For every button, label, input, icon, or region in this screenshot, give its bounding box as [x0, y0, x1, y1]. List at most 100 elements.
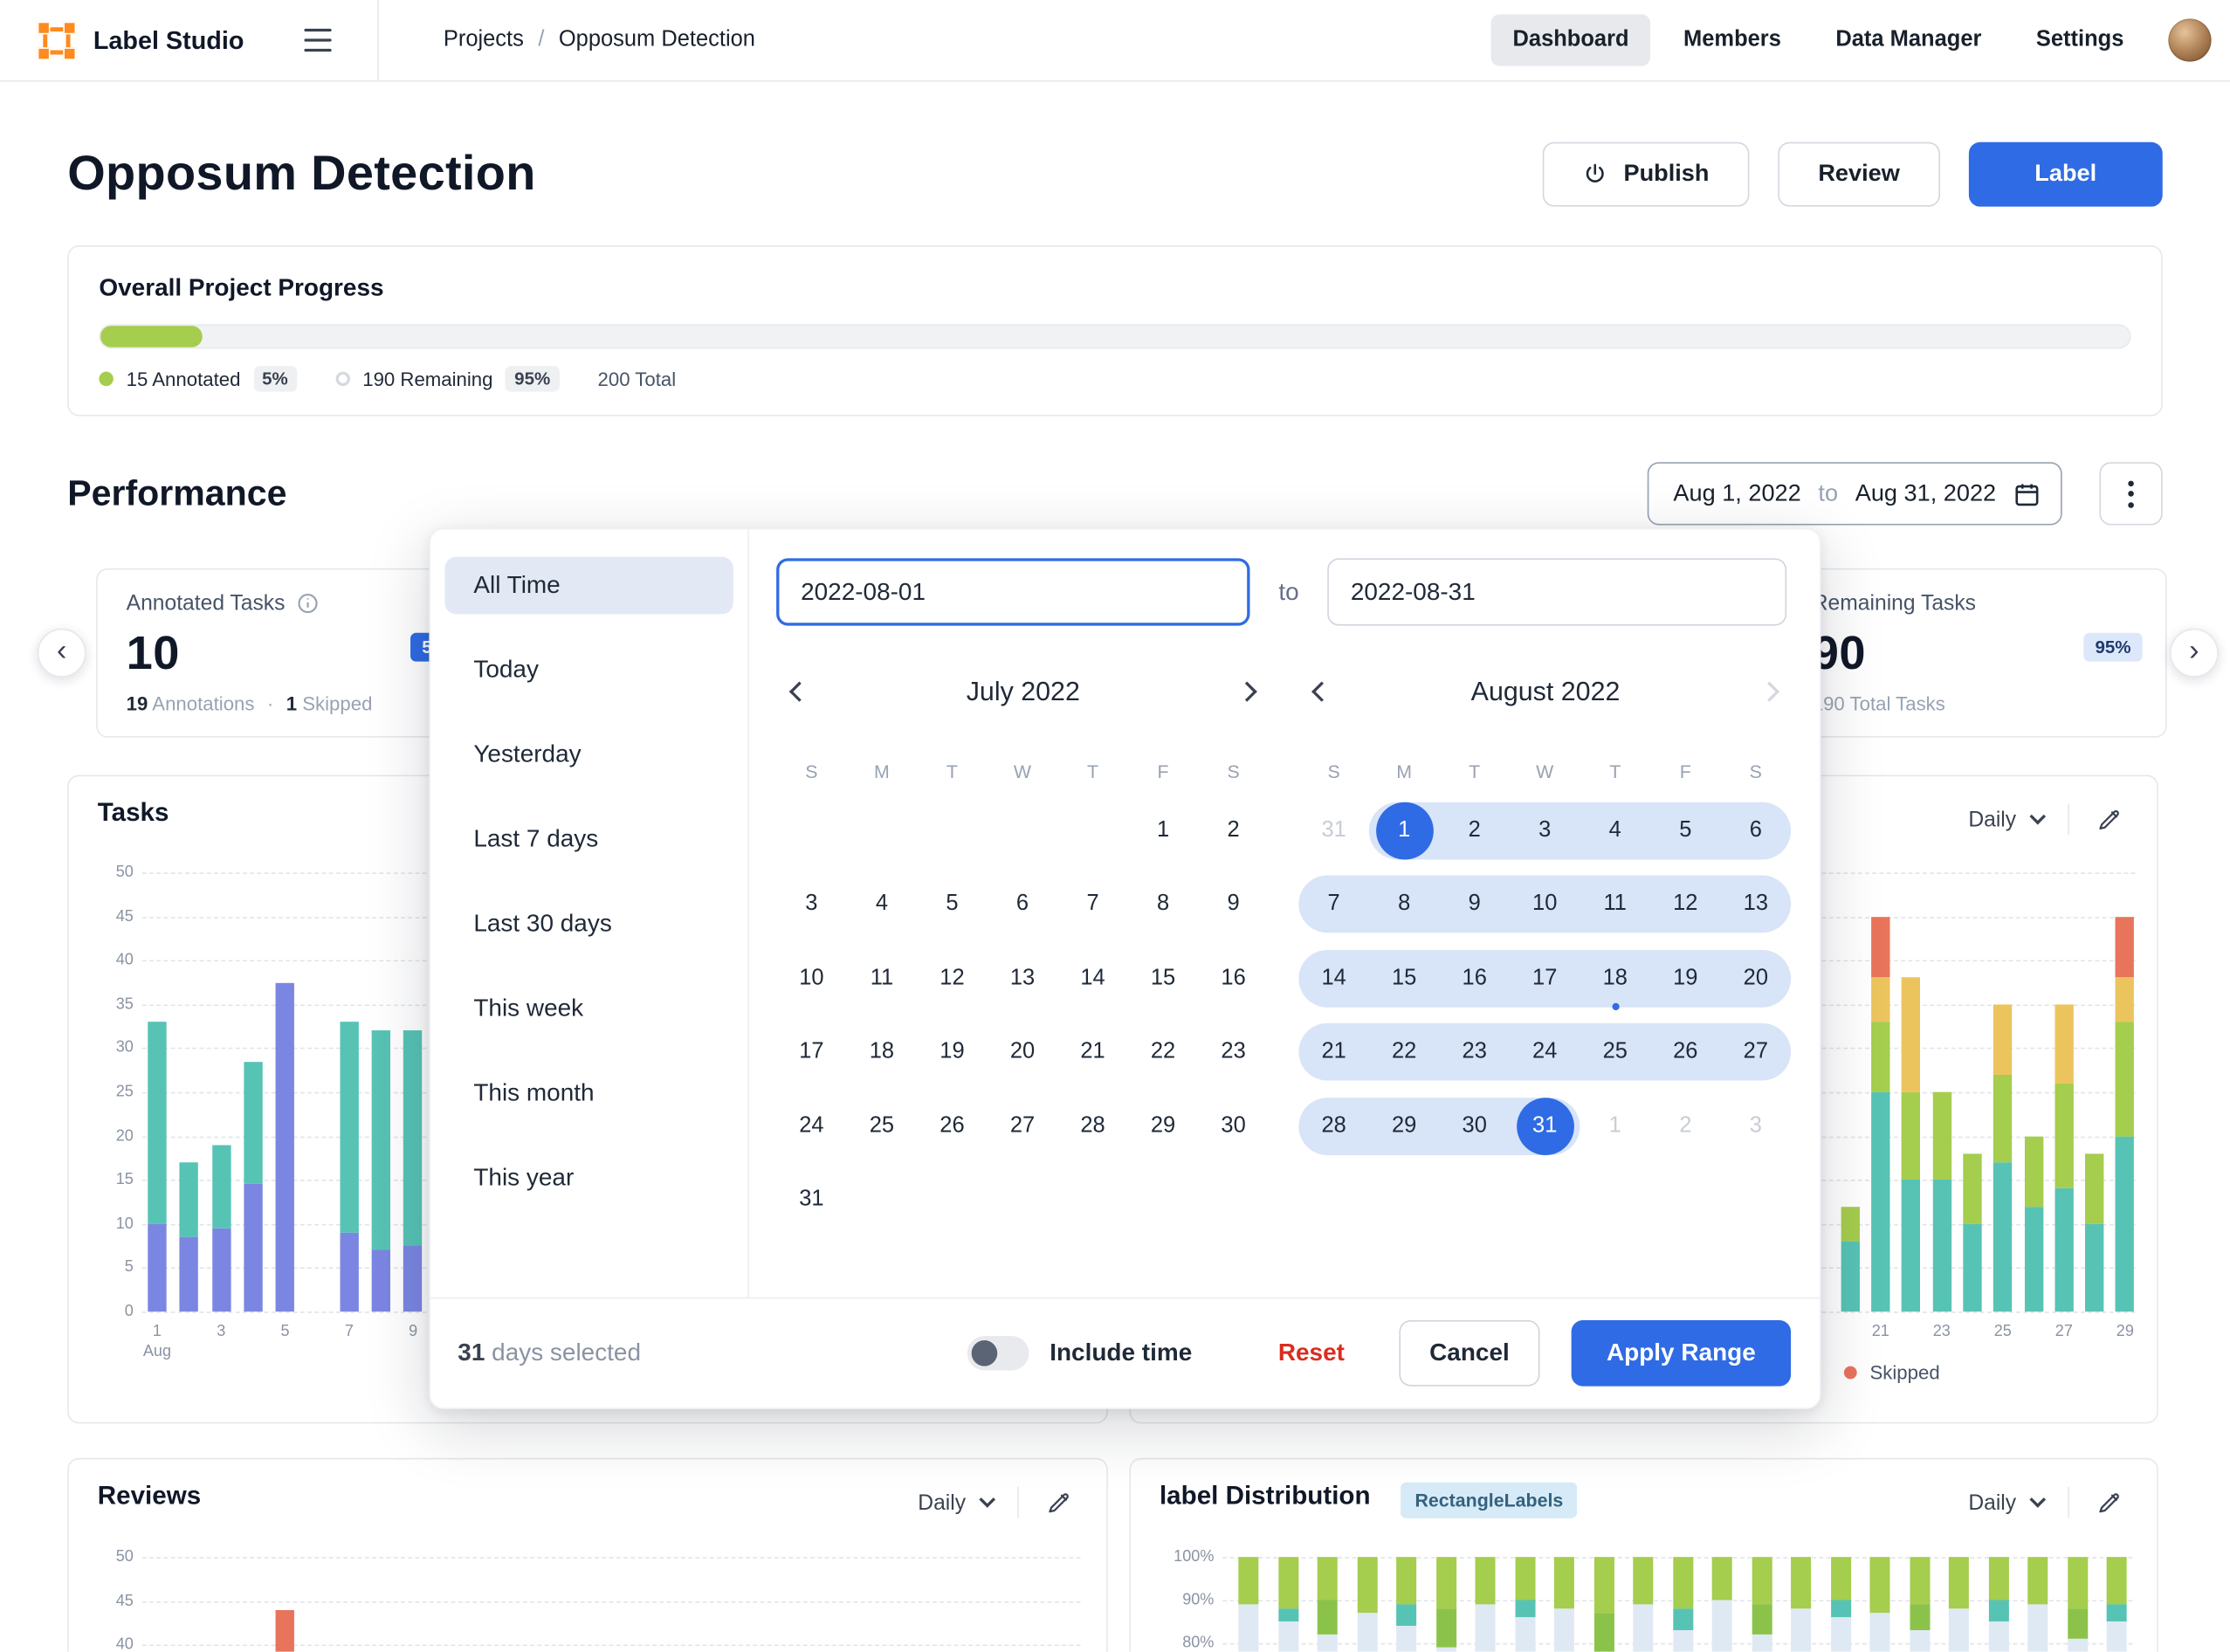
calendar-day[interactable]: 2 — [1198, 802, 1269, 859]
interval-dropdown[interactable]: Daily — [1968, 1490, 2043, 1515]
calendar-day[interactable]: 13 — [988, 950, 1058, 1008]
edit-chart-button[interactable] — [2094, 1487, 2125, 1518]
include-time-toggle[interactable] — [967, 1336, 1029, 1370]
start-date-input[interactable] — [776, 558, 1249, 625]
calendar-day[interactable]: 22 — [1128, 1023, 1199, 1081]
edit-chart-button[interactable] — [2094, 803, 2125, 835]
date-range-control[interactable]: Aug 1, 2022 to Aug 31, 2022 — [1648, 462, 2062, 525]
calendar-day[interactable]: 18 — [847, 1023, 918, 1081]
interval-dropdown[interactable]: Daily — [918, 1490, 993, 1515]
calendar-prev-icon[interactable] — [776, 669, 822, 715]
calendar-day[interactable]: 13 — [1721, 876, 1792, 933]
calendar-day[interactable]: 29 — [1369, 1098, 1440, 1155]
calendar-day[interactable]: 11 — [1580, 876, 1650, 933]
calendar-day[interactable]: 19 — [1650, 950, 1721, 1008]
calendar-day[interactable]: 24 — [1510, 1023, 1580, 1081]
calendar-day[interactable]: 14 — [1298, 950, 1369, 1008]
calendar-day[interactable]: 29 — [1128, 1098, 1199, 1155]
calendar-day[interactable]: 5 — [1650, 802, 1721, 859]
calendar-day[interactable]: 30 — [1439, 1098, 1510, 1155]
calendar-day[interactable]: 4 — [847, 876, 918, 933]
preset-this-week[interactable]: This week — [444, 981, 733, 1038]
info-icon[interactable] — [297, 593, 319, 615]
calendar-day[interactable]: 16 — [1198, 950, 1269, 1008]
hamburger-menu-icon[interactable] — [299, 23, 337, 58]
calendar-day[interactable]: 3 — [1510, 802, 1580, 859]
calendar-day[interactable]: 10 — [776, 950, 847, 1008]
calendar-day[interactable]: 30 — [1198, 1098, 1269, 1155]
publish-button[interactable]: Publish — [1543, 142, 1749, 207]
calendar-day[interactable]: 8 — [1128, 876, 1199, 933]
calendar-day[interactable]: 23 — [1198, 1023, 1269, 1081]
calendar-day[interactable]: 25 — [847, 1098, 918, 1155]
calendar-day[interactable]: 12 — [1650, 876, 1721, 933]
cancel-button[interactable]: Cancel — [1399, 1320, 1539, 1387]
calendar-day[interactable]: 27 — [988, 1098, 1058, 1155]
calendar-day[interactable]: 26 — [917, 1098, 988, 1155]
stats-next-button[interactable]: › — [2170, 629, 2219, 678]
calendar-day[interactable]: 17 — [1510, 950, 1580, 1008]
preset-last-30-days[interactable]: Last 30 days — [444, 896, 733, 953]
label-button[interactable]: Label — [1969, 142, 2163, 207]
calendar-day[interactable]: 21 — [1057, 1023, 1128, 1081]
end-date-input[interactable] — [1328, 558, 1787, 625]
calendar-day[interactable]: 10 — [1510, 876, 1580, 933]
calendar-day[interactable]: 4 — [1580, 802, 1650, 859]
calendar-day[interactable]: 12 — [917, 950, 988, 1008]
apply-range-button[interactable]: Apply Range — [1572, 1320, 1791, 1387]
calendar-day[interactable]: 17 — [776, 1023, 847, 1081]
calendar-day[interactable]: 23 — [1439, 1023, 1510, 1081]
calendar-day[interactable]: 18 — [1580, 950, 1650, 1008]
nav-item-members[interactable]: Members — [1662, 14, 1802, 65]
preset-this-year[interactable]: This year — [444, 1149, 733, 1207]
calendar-day[interactable]: 1 — [1128, 802, 1199, 859]
calendar-day[interactable]: 26 — [1650, 1023, 1721, 1081]
calendar-day[interactable]: 3 — [776, 876, 847, 933]
calendar-day[interactable]: 14 — [1057, 950, 1128, 1008]
calendar-day[interactable]: 27 — [1721, 1023, 1792, 1081]
preset-last-7-days[interactable]: Last 7 days — [444, 811, 733, 869]
calendar-day[interactable]: 1 — [1369, 802, 1440, 859]
calendar-day[interactable]: 31 — [1298, 802, 1369, 859]
preset-today[interactable]: Today — [444, 642, 733, 699]
calendar-day[interactable]: 28 — [1057, 1098, 1128, 1155]
nav-item-settings[interactable]: Settings — [2014, 14, 2145, 65]
calendar-day[interactable]: 2 — [1650, 1098, 1721, 1155]
preset-all-time[interactable]: All Time — [444, 557, 733, 615]
calendar-day[interactable]: 7 — [1298, 876, 1369, 933]
calendar-day[interactable]: 20 — [1721, 950, 1792, 1008]
calendar-prev-icon[interactable] — [1298, 669, 1345, 715]
calendar-next-icon[interactable] — [1224, 669, 1270, 715]
edit-chart-button[interactable] — [1043, 1487, 1075, 1518]
review-button[interactable]: Review — [1778, 142, 1940, 207]
calendar-day[interactable]: 20 — [988, 1023, 1058, 1081]
calendar-day[interactable]: 7 — [1057, 876, 1128, 933]
calendar-day[interactable]: 5 — [917, 876, 988, 933]
stats-prev-button[interactable]: ‹ — [38, 629, 86, 678]
calendar-day[interactable]: 25 — [1580, 1023, 1650, 1081]
calendar-day[interactable]: 6 — [988, 876, 1058, 933]
calendar-day[interactable]: 15 — [1369, 950, 1440, 1008]
nav-item-dashboard[interactable]: Dashboard — [1491, 14, 1650, 65]
avatar[interactable] — [2168, 18, 2211, 61]
calendar-day[interactable]: 3 — [1721, 1098, 1792, 1155]
calendar-day[interactable]: 9 — [1439, 876, 1510, 933]
nav-item-data-manager[interactable]: Data Manager — [1814, 14, 2003, 65]
interval-dropdown[interactable]: Daily — [1968, 807, 2043, 831]
calendar-day[interactable]: 31 — [1510, 1098, 1580, 1155]
breadcrumb-projects[interactable]: Projects — [444, 27, 524, 53]
preset-this-month[interactable]: This month — [444, 1064, 733, 1122]
calendar-day[interactable]: 24 — [776, 1098, 847, 1155]
reset-button[interactable]: Reset — [1278, 1339, 1345, 1367]
calendar-day[interactable]: 8 — [1369, 876, 1440, 933]
calendar-day[interactable]: 11 — [847, 950, 918, 1008]
calendar-day[interactable]: 6 — [1721, 802, 1792, 859]
calendar-day[interactable]: 2 — [1439, 802, 1510, 859]
calendar-day[interactable]: 19 — [917, 1023, 988, 1081]
calendar-day[interactable]: 15 — [1128, 950, 1199, 1008]
calendar-day[interactable]: 9 — [1198, 876, 1269, 933]
preset-yesterday[interactable]: Yesterday — [444, 726, 733, 784]
calendar-day[interactable]: 28 — [1298, 1098, 1369, 1155]
calendar-day[interactable]: 22 — [1369, 1023, 1440, 1081]
calendar-day[interactable]: 21 — [1298, 1023, 1369, 1081]
